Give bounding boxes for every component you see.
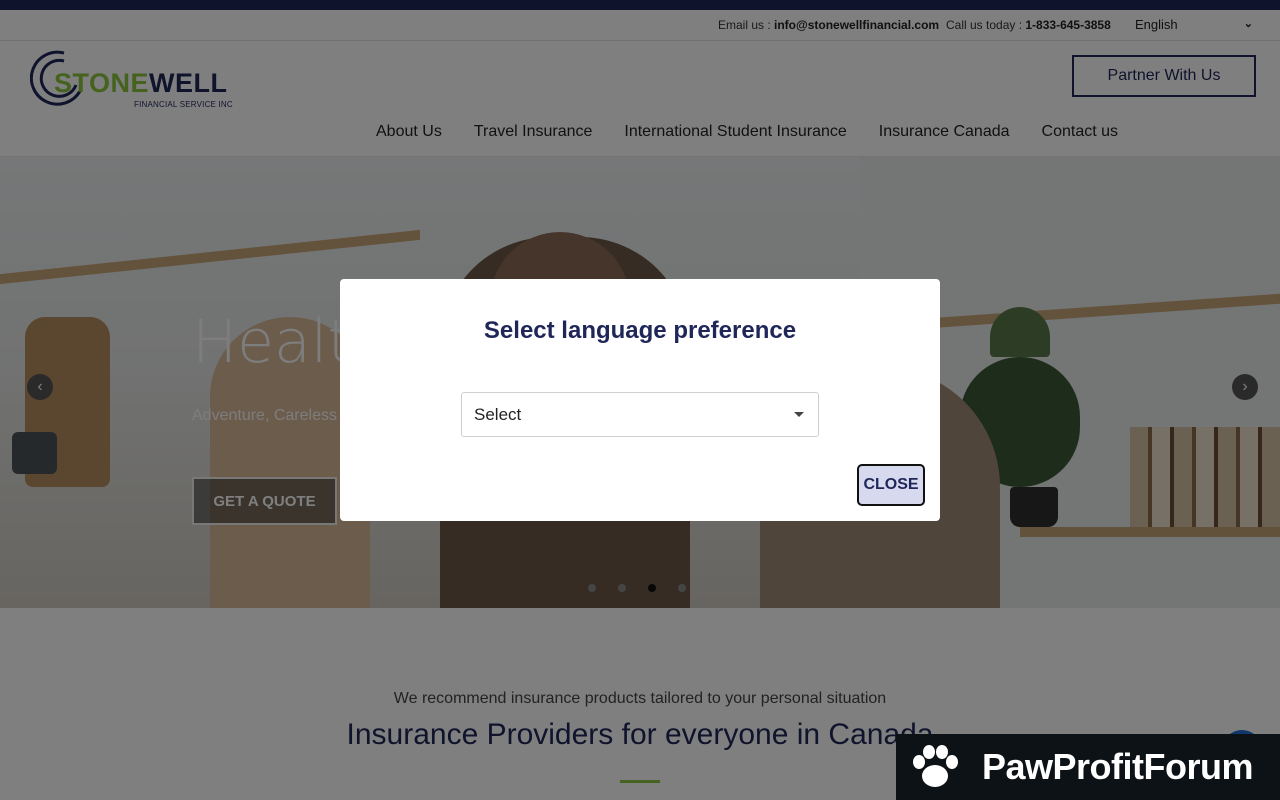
modal-title: Select language preference bbox=[483, 317, 797, 344]
language-modal: Select language preference Select CLOSE bbox=[340, 279, 940, 521]
language-select[interactable]: Select bbox=[461, 392, 819, 437]
watermark-text: PawProfitForum bbox=[982, 746, 1254, 787]
paw-icon bbox=[913, 745, 958, 787]
close-button[interactable]: CLOSE bbox=[857, 464, 925, 506]
caret-down-icon bbox=[794, 412, 804, 417]
language-select-value: Select bbox=[474, 405, 522, 424]
watermark-banner: PawProfitForum bbox=[896, 734, 1280, 800]
